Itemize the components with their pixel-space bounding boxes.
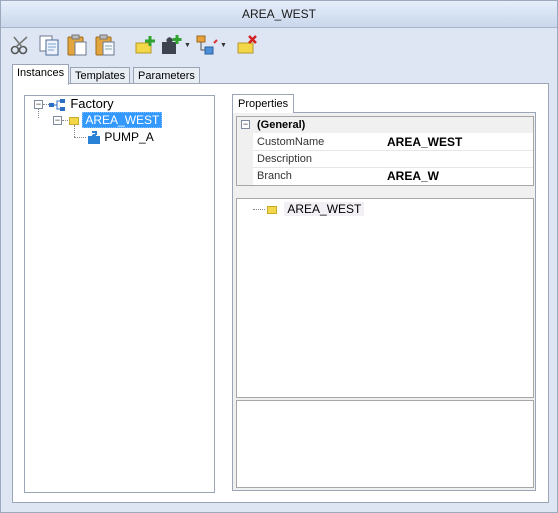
copy-icon[interactable] (37, 33, 61, 57)
collapse-icon[interactable]: − (53, 116, 62, 125)
tree-connector (253, 209, 265, 210)
property-row[interactable]: Description (237, 151, 533, 167)
folder-icon (267, 205, 277, 214)
tab-parameters[interactable]: Parameters (133, 67, 200, 84)
toolbar: ▼ ▼ (7, 31, 547, 59)
tree-node-factory[interactable]: Factory (49, 96, 114, 112)
tab-properties[interactable]: Properties (232, 94, 295, 113)
tree-node-area-west[interactable]: AREA_WEST (69, 112, 163, 128)
cut-icon[interactable] (9, 33, 33, 57)
chevron-down-icon[interactable]: ▼ (220, 42, 227, 49)
instances-panel: − Factory − AREA_WEST PUMP_A Properties … (12, 83, 549, 503)
hierarchy-icon (49, 98, 65, 111)
tree-node-label: AREA_WEST (82, 112, 163, 128)
tree-node-pump-a[interactable]: PUMP_A (87, 129, 154, 145)
tree-node-label: Factory (70, 96, 114, 111)
property-name: Description (257, 153, 313, 165)
branch-node-area-west[interactable]: AREA_WEST (267, 201, 365, 217)
puzzle-icon (88, 130, 100, 144)
property-value[interactable]: AREA_W (385, 168, 535, 184)
tree-node-label: AREA_WEST (284, 202, 365, 216)
main-window: AREA_WEST ▼ ▼ Instances Templates Parame… (0, 0, 558, 513)
chevron-down-icon[interactable]: ▼ (184, 42, 191, 49)
paste-icon[interactable] (65, 33, 89, 57)
delete-icon[interactable] (235, 33, 259, 57)
category-row[interactable]: − (General) (237, 117, 533, 133)
add-folder-icon[interactable] (133, 33, 157, 57)
tab-templates[interactable]: Templates (70, 67, 131, 84)
property-value[interactable] (385, 151, 535, 167)
category-label: (General) (257, 119, 306, 131)
tree-connector (62, 120, 68, 121)
window-title: AREA_WEST (1, 1, 557, 28)
tree-connector (74, 137, 86, 138)
add-instance-icon[interactable] (159, 33, 183, 57)
property-value[interactable]: AREA_WEST (385, 134, 535, 150)
paste-special-icon[interactable] (93, 33, 117, 57)
branch-tree[interactable]: AREA_WEST (236, 198, 534, 398)
instance-tree[interactable]: − Factory − AREA_WEST PUMP_A (24, 95, 215, 493)
property-row[interactable]: Branch AREA_W (237, 168, 533, 184)
tab-instances[interactable]: Instances (12, 64, 70, 85)
property-grid: − (General) CustomName AREA_WEST Descrip… (236, 116, 534, 186)
properties-frame: − (General) CustomName AREA_WEST Descrip… (232, 112, 536, 491)
add-branch-icon[interactable] (195, 33, 219, 57)
tree-connector (74, 125, 75, 137)
tree-node-label: PUMP_A (104, 130, 154, 144)
tree-connector (38, 109, 39, 118)
property-name: Branch (257, 170, 292, 182)
collapse-icon[interactable]: − (34, 100, 43, 109)
property-name: CustomName (257, 136, 325, 148)
folder-icon (69, 116, 79, 125)
properties-area: Properties − (General) CustomName AREA_W… (232, 92, 536, 492)
property-row[interactable]: CustomName AREA_WEST (237, 134, 533, 150)
collapse-icon[interactable]: − (241, 120, 250, 129)
detail-box (236, 400, 534, 488)
